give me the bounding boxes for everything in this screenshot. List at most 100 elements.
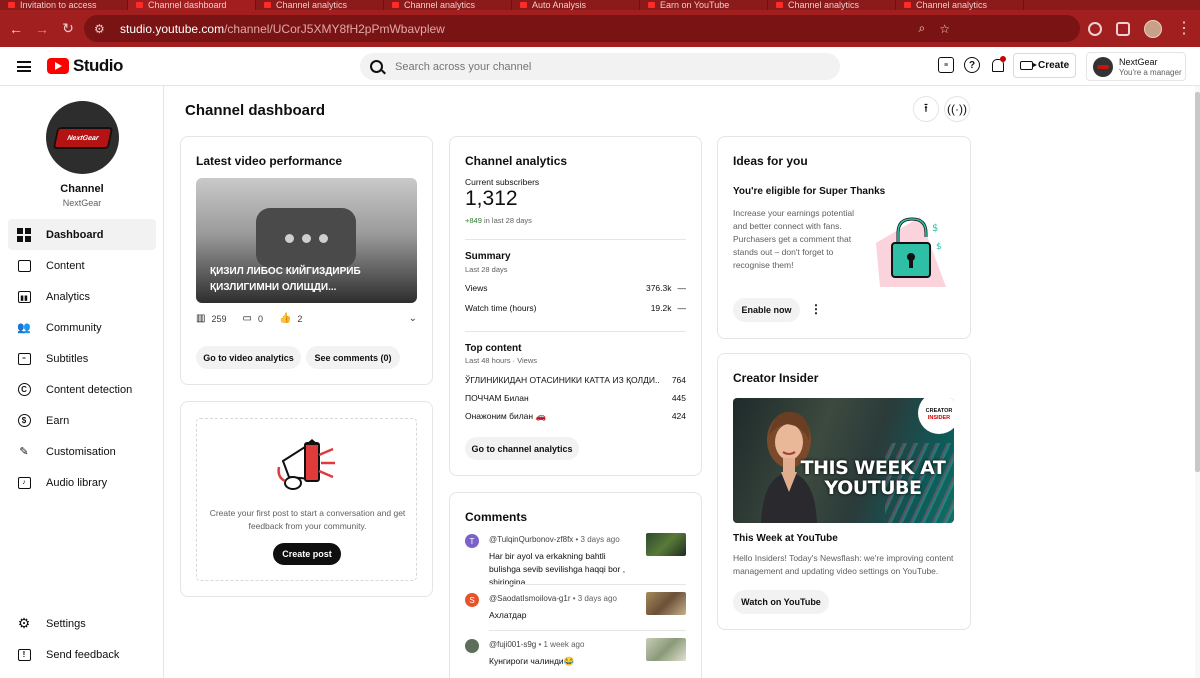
video-title: ҚИЗИЛ ЛИБОС КИЙГИЗДИРИБ ҚИЗЛИГИМНИ ОЛИЩД… — [210, 266, 361, 293]
processing-placeholder-icon — [256, 208, 356, 268]
commenter-avatar — [465, 639, 479, 653]
search-icon[interactable] — [370, 60, 383, 73]
address-bar[interactable]: ⚙ studio.youtube.com/channel/UCorJ5XMY8f… — [84, 15, 1080, 42]
go-live-icon[interactable]: ((·)) — [944, 96, 970, 122]
community-icon: 👥 — [17, 322, 31, 334]
extension-icon[interactable] — [1088, 21, 1102, 36]
youtube-favicon-icon — [392, 2, 399, 8]
post-dropzone: Create your first post to start a conver… — [196, 418, 417, 581]
svg-text:$: $ — [932, 223, 938, 234]
insider-description: Hello Insiders! Today's Newsflash: we're… — [733, 553, 954, 576]
browser-menu-icon[interactable]: ⋮ — [1176, 20, 1192, 37]
sidebar-item-send-feedback[interactable]: ! Send feedback — [8, 639, 156, 670]
views-bar-icon: ▥ — [196, 313, 206, 324]
video-thumbnail[interactable]: ҚИЗИЛ ЛИБОС КИЙГИЗДИРИБ ҚИЗЛИГИМНИ ОЛИЩД… — [196, 178, 417, 303]
commenter-avatar: T — [465, 534, 479, 548]
browser-tab[interactable]: Channel analytics — [384, 0, 512, 10]
browser-tab[interactable]: Channel analytics — [256, 0, 384, 10]
url-host: studio.youtube.com — [120, 21, 225, 36]
browser-tab[interactable]: Channel analytics — [768, 0, 896, 10]
create-post-button[interactable]: Create post — [273, 543, 341, 565]
card-title: Creator Insider — [733, 371, 819, 385]
search-box[interactable] — [360, 53, 840, 80]
messages-icon[interactable]: ≡ — [938, 57, 954, 73]
sidebar-item-community[interactable]: 👥 Community — [8, 312, 156, 343]
thumbnail-headline: THIS WEEK AT YOUTUBE — [800, 457, 946, 499]
search-input[interactable] — [395, 60, 795, 73]
sidebar-item-subtitles[interactable]: = Subtitles — [8, 343, 156, 374]
sidebar-item-dashboard[interactable]: Dashboard — [8, 219, 156, 250]
channel-name: NextGear — [62, 198, 102, 208]
creator-insider-thumbnail[interactable]: THIS WEEK AT YOUTUBE CREATOR INSIDER — [733, 398, 954, 523]
comment-video-thumbnail[interactable] — [646, 638, 686, 661]
browser-tab[interactable]: Earn on YouTube — [640, 0, 768, 10]
browser-tab[interactable]: Channel analytics — [896, 0, 1024, 10]
zoom-icon[interactable]: ⌕ — [919, 21, 926, 36]
comment-video-thumbnail[interactable] — [646, 533, 686, 556]
url-path: /channel/UCorJ5XMY8fH2pPmWbavplew — [224, 21, 445, 36]
top-content-row[interactable]: ЎГЛИНИКИДАН ОТАСИНИКИ КАТТА ИЗ ҚОЛДИ...а… — [465, 375, 686, 385]
hamburger-menu-icon[interactable] — [17, 61, 31, 72]
sidebar-item-analytics[interactable]: ▮▮ Analytics — [8, 281, 156, 312]
page-scrollbar[interactable] — [1195, 86, 1200, 678]
reload-icon[interactable]: ↻ — [55, 16, 81, 42]
account-switcher[interactable]: NextGear You're a manager — [1086, 52, 1186, 81]
back-icon[interactable]: ← — [3, 16, 29, 42]
youtube-favicon-icon — [776, 2, 783, 8]
comment-text: Ахлатдар — [489, 610, 527, 620]
youtube-logo-icon — [47, 58, 69, 74]
sidebar-item-content[interactable]: Content — [8, 250, 156, 281]
chevron-down-icon[interactable]: ⌄ — [409, 313, 417, 324]
studio-logo[interactable]: Studio — [47, 56, 123, 76]
browser-toolbar: ← → ↻ ⚙ studio.youtube.com/channel/UCorJ… — [0, 10, 1200, 47]
bookmark-star-icon[interactable]: ☆ — [939, 22, 950, 36]
sidebar-item-settings[interactable]: ⚙ Settings — [8, 608, 156, 639]
youtube-favicon-icon — [136, 2, 143, 8]
comments-card: Comments T @TulqinQurbonov-zf8fx • 3 day… — [449, 492, 702, 678]
browser-tab[interactable]: Auto Analysis — [512, 0, 640, 10]
top-content-row[interactable]: Онажоним билан 🚗 424 — [465, 411, 686, 422]
forward-icon[interactable]: → — [29, 16, 55, 42]
profile-avatar[interactable] — [1144, 19, 1162, 38]
create-button[interactable]: Create — [1013, 53, 1076, 78]
browser-tab-active[interactable]: Channel dashboard — [128, 0, 256, 10]
copyright-icon: C — [17, 383, 31, 397]
top-content-title: Top content — [465, 343, 522, 354]
notifications-bell-icon[interactable] — [990, 56, 1006, 73]
sidebar-item-audio-library[interactable]: ♪ Audio library — [8, 467, 156, 498]
metric-row-views: Views 376.3k — — [465, 283, 686, 293]
divider — [489, 630, 686, 631]
go-to-video-analytics-button[interactable]: Go to video analytics — [196, 346, 301, 369]
youtube-favicon-icon — [264, 2, 271, 8]
see-comments-button[interactable]: See comments (0) — [306, 346, 400, 369]
site-info-icon[interactable]: ⚙ — [94, 22, 108, 36]
customisation-icon: ✎ — [19, 446, 29, 458]
channel-logo: NextGear — [52, 126, 113, 149]
channel-avatar[interactable]: NextGear — [46, 101, 119, 174]
megaphone-illustration — [277, 439, 335, 490]
comment-video-thumbnail[interactable] — [646, 592, 686, 615]
top-content-row[interactable]: ПОЧЧАМ Билан 445 — [465, 393, 686, 403]
dashboard-icon — [17, 227, 31, 242]
idea-heading: You're eligible for Super Thanks — [733, 186, 886, 197]
enable-now-button[interactable]: Enable now — [733, 298, 800, 322]
watch-on-youtube-button[interactable]: Watch on YouTube — [733, 590, 829, 614]
youtube-favicon-icon — [520, 2, 527, 8]
sidebar-item-earn[interactable]: $ Earn — [8, 405, 156, 436]
top-content-period: Last 48 hours · Views — [465, 356, 537, 365]
sidebar-item-customisation[interactable]: ✎ Customisation — [8, 436, 156, 467]
metric-row-watch-time: Watch time (hours) 19.2k — — [465, 303, 686, 313]
sidebar-item-content-detection[interactable]: C Content detection — [8, 374, 156, 405]
browser-tab[interactable]: Invitation to access — [0, 0, 128, 10]
summary-title: Summary — [465, 251, 511, 262]
help-icon[interactable]: ? — [964, 57, 980, 73]
go-to-channel-analytics-button[interactable]: Go to channel analytics — [465, 437, 579, 460]
card-title: Channel analytics — [465, 154, 568, 168]
upload-icon[interactable]: ⭱ — [913, 96, 939, 122]
sidebar: NextGear Channel NextGear Dashboard Cont… — [0, 86, 164, 678]
scrollbar-thumb[interactable] — [1195, 92, 1200, 472]
more-options-icon[interactable]: ⋮ — [810, 302, 822, 316]
extensions-puzzle-icon[interactable] — [1116, 21, 1130, 36]
latest-video-card: Latest video performance ҚИЗИЛ ЛИБОС КИЙ… — [180, 136, 433, 385]
comment-meta: @TulqinQurbonov-zf8fx • 3 days ago — [489, 535, 620, 544]
